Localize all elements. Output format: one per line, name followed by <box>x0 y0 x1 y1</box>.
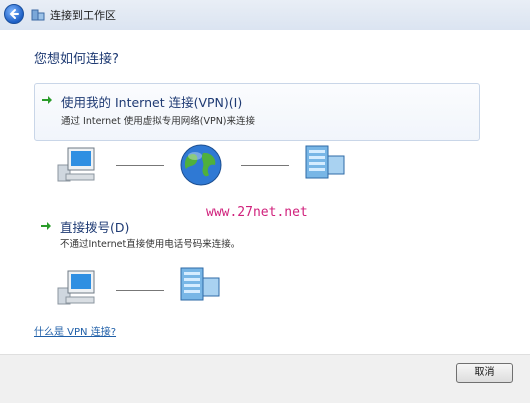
globe-icon <box>180 144 222 186</box>
server-icon <box>180 267 220 301</box>
server-icon <box>305 145 345 179</box>
connection-line <box>241 165 289 166</box>
footer-bar <box>0 354 530 403</box>
page-heading: 您想如何连接? <box>34 52 119 67</box>
back-icon <box>9 9 19 19</box>
watermark-text: www.27net.net <box>206 205 308 220</box>
connection-line <box>116 290 164 291</box>
window-title: 连接到工作区 <box>50 9 116 22</box>
vpn-option[interactable]: 使用我的 Internet 连接(VPN)(I) 通过 Internet 使用虚… <box>34 83 480 141</box>
computer-icon <box>57 147 95 182</box>
vpn-option-description: 通过 Internet 使用虚拟专用网络(VPN)来连接 <box>61 116 256 127</box>
computer-icon <box>57 270 95 305</box>
dialup-option-description: 不通过Internet直接使用电话号码来连接。 <box>60 239 241 250</box>
cancel-button[interactable]: 取消 <box>456 363 513 383</box>
dialup-option-title: 直接拨号(D) <box>60 220 130 235</box>
green-arrow-icon <box>41 222 51 230</box>
connection-line <box>116 165 164 166</box>
title-bar: 连接到工作区 <box>0 0 530 30</box>
green-arrow-icon <box>42 96 52 104</box>
vpn-option-title: 使用我的 Internet 连接(VPN)(I) <box>61 95 243 110</box>
help-link[interactable]: 什么是 VPN 连接? <box>34 323 116 338</box>
back-button[interactable] <box>4 4 24 24</box>
network-icon <box>31 9 45 21</box>
